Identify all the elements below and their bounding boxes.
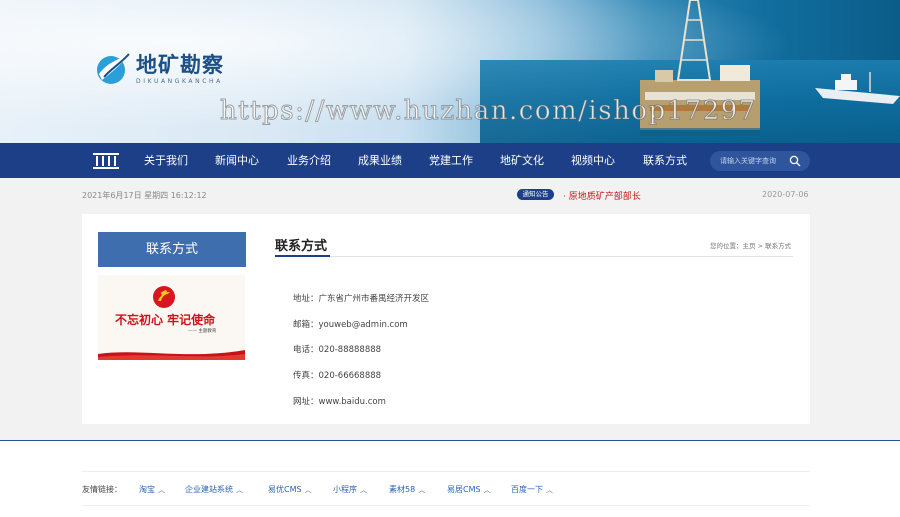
banner-wave	[98, 350, 245, 360]
ship-illustration	[815, 72, 900, 104]
footer	[0, 441, 900, 517]
watermark-text: https://www.huzhan.com/ishop17297	[220, 96, 757, 127]
chevron-up-icon: ︿	[360, 486, 367, 494]
nav-item-news[interactable]: 新闻中心	[215, 143, 259, 178]
footer-separator-bottom	[82, 505, 810, 506]
footer-separator	[82, 471, 810, 472]
sidebar-title: 联系方式	[98, 232, 246, 267]
nav-item-culture[interactable]: 地矿文化	[500, 143, 544, 178]
friend-link-label: 百度一下	[511, 485, 543, 494]
sidebar-banner-image[interactable]: 不忘初心 牢记使命 —— 主题教育	[98, 275, 245, 360]
friend-link-label: 易居CMS	[447, 485, 481, 494]
search-box	[710, 151, 810, 171]
contact-website: 网址：www.baidu.com	[293, 397, 386, 407]
chevron-up-icon: ︿	[158, 486, 165, 494]
nav-item-contact[interactable]: 联系方式	[643, 143, 687, 178]
logo-emblem-icon	[97, 53, 130, 84]
friend-link-label: 企业建站系统	[185, 485, 233, 494]
contact-address: 地址：广东省广州市番禺经济开发区	[293, 294, 430, 304]
title-underline	[275, 255, 330, 257]
page-title: 联系方式	[275, 239, 328, 254]
notice-badge: 通知公告	[517, 189, 554, 200]
contact-email: 邮箱：youweb@admin.com	[293, 320, 408, 330]
friend-link[interactable]: 易居CMS ︿	[447, 484, 491, 495]
friend-link[interactable]: 百度一下 ︿	[511, 484, 553, 495]
friend-link[interactable]: 易优CMS ︿	[268, 484, 312, 495]
site-logo[interactable]: 地矿勘察 DIKUANGKANCHA	[96, 52, 224, 86]
contact-fax: 传真：020-66668888	[293, 371, 382, 381]
banner-slogan: 不忘初心 牢记使命	[115, 313, 216, 327]
friend-links-label: 友情链接：	[82, 485, 122, 494]
logo-subtitle: DIKUANGKANCHA	[136, 77, 223, 85]
friend-link[interactable]: 小程序 ︿	[333, 484, 367, 495]
contact-phone: 电话：020-88888888	[293, 345, 382, 355]
chevron-up-icon: ︿	[546, 486, 553, 494]
title-divider	[275, 256, 793, 257]
friend-link[interactable]: 素材58 ︿	[389, 484, 425, 495]
nav-item-achievements[interactable]: 成果业绩	[358, 143, 402, 178]
nav-item-party[interactable]: 党建工作	[429, 143, 473, 178]
friend-link[interactable]: 企业建站系统 ︿	[185, 484, 243, 495]
nav-item-about[interactable]: 关于我们	[144, 143, 188, 178]
search-input[interactable]	[720, 154, 790, 168]
notice-date: 2020-07-06	[762, 190, 809, 199]
search-icon[interactable]	[789, 155, 801, 167]
home-icon[interactable]	[92, 151, 120, 171]
nav-item-video[interactable]: 视频中心	[571, 143, 615, 178]
current-datetime: 2021年6月17日 星期四 16:12:12	[82, 191, 207, 200]
banner-subtitle: —— 主题教育	[188, 329, 217, 334]
chevron-up-icon: ︿	[304, 486, 312, 494]
friend-link-label: 淘宝	[139, 485, 155, 494]
main-nav: 关于我们 新闻中心 业务介绍 成果业绩 党建工作 地矿文化 视频中心 联系方式	[0, 143, 900, 178]
logo-title: 地矿勘察	[136, 51, 224, 77]
header-banner: 地矿勘察 DIKUANGKANCHA https://www.huzhan.co…	[0, 0, 900, 143]
breadcrumb[interactable]: 您的位置：主页 > 联系方式	[710, 240, 791, 250]
nav-item-business[interactable]: 业务介绍	[287, 143, 331, 178]
friend-link-label: 易优CMS	[268, 485, 302, 494]
friend-link-label: 小程序	[333, 485, 357, 494]
friend-link-label: 素材58	[389, 485, 416, 494]
friend-link[interactable]: 淘宝 ︿	[139, 484, 165, 495]
notice-link[interactable]: · 原地质矿产部部长	[563, 189, 641, 202]
chevron-up-icon: ︿	[483, 486, 491, 494]
chevron-up-icon: ︿	[236, 486, 243, 494]
party-emblem-icon	[153, 286, 175, 308]
chevron-up-icon: ︿	[418, 486, 426, 494]
